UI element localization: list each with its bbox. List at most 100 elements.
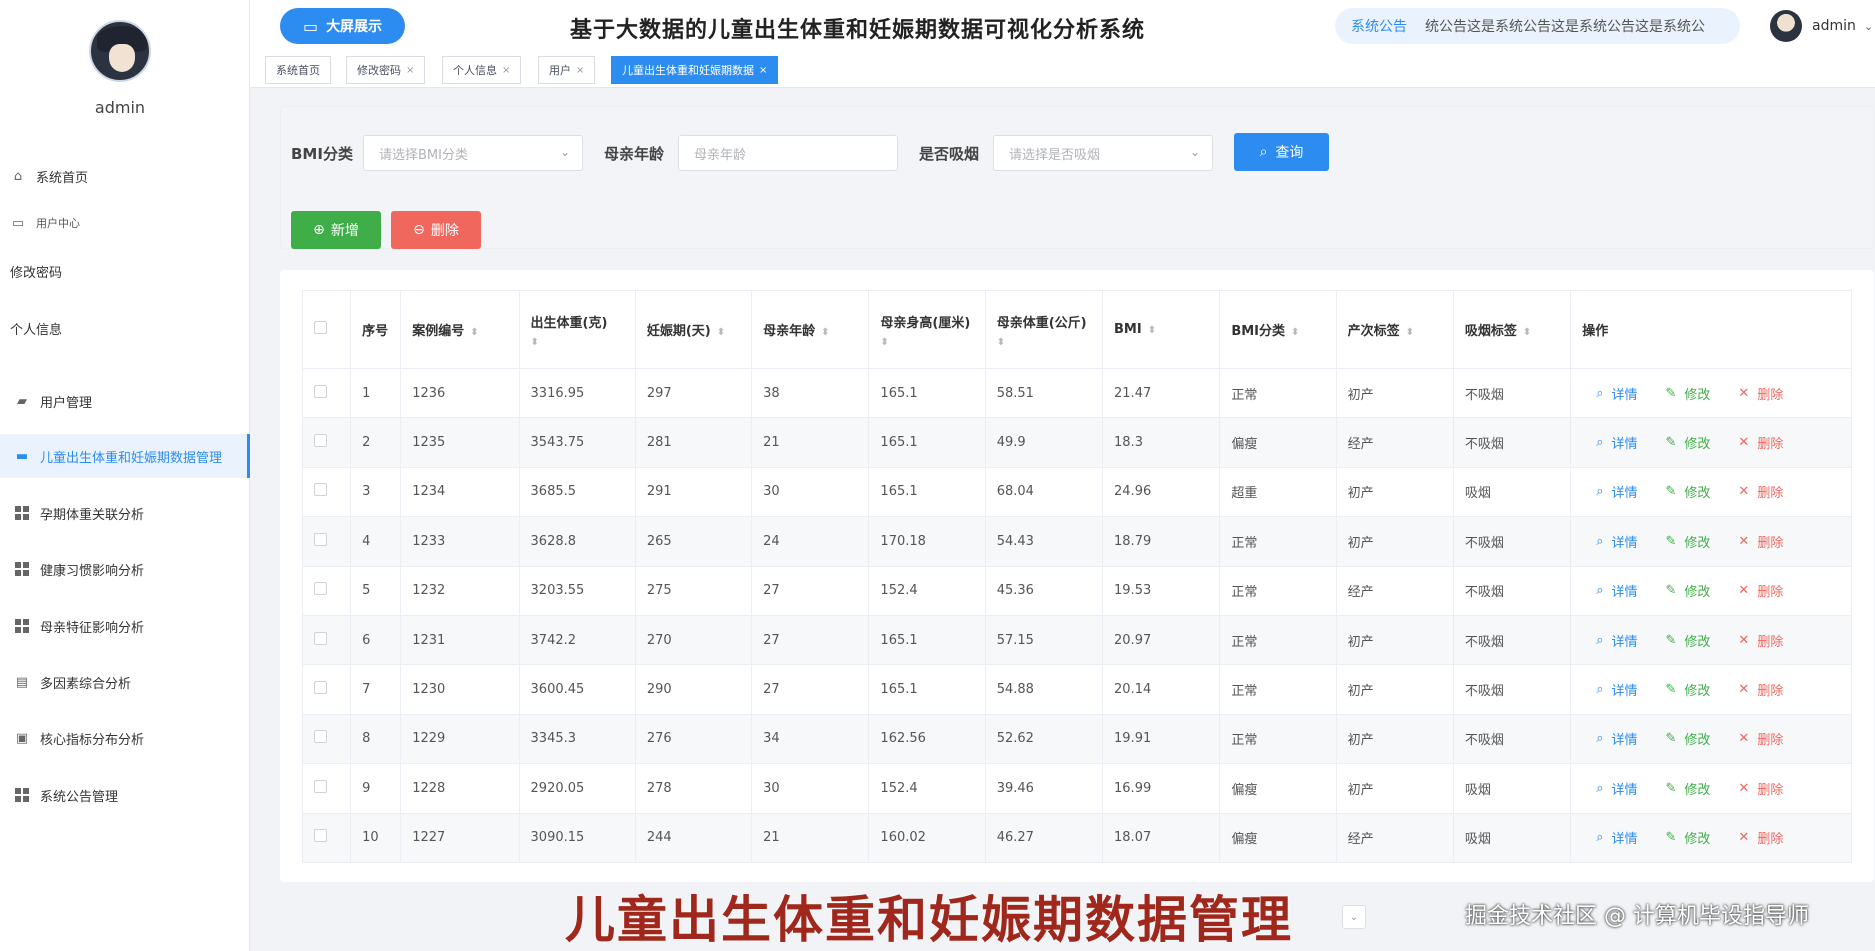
column-header[interactable]: 产次标签 ⬍ (1335, 290, 1454, 369)
sort-icon[interactable]: ⬍ (880, 337, 984, 348)
row-delete-button[interactable]: ✕ 删除 (1738, 680, 1783, 699)
detail-button[interactable]: ⌕ 详情 (1596, 433, 1637, 452)
row-checkbox-cell[interactable] (301, 367, 352, 419)
checkbox[interactable] (314, 582, 327, 596)
table-row[interactable]: 8 1229 3345.3 276 34 162.56 52.62 19.91 正常 初产 不吸烟 ⌕… (301, 713, 1852, 765)
checkbox[interactable] (314, 384, 327, 398)
row-delete-button[interactable]: ✕ 删除 (1738, 384, 1783, 403)
column-header[interactable]: 吸烟标签 ⬍ (1452, 290, 1572, 369)
sort-icon[interactable]: ⬍ (1406, 327, 1414, 338)
row-delete-button[interactable]: ✕ 删除 (1738, 631, 1783, 650)
detail-button[interactable]: ⌕ 详情 (1596, 631, 1637, 650)
table-row[interactable]: 4 1233 3628.8 265 24 170.18 54.43 18.79 正常 初产 不吸烟 ⌕… (301, 516, 1852, 567)
detail-button[interactable]: ⌕ 详情 (1596, 482, 1637, 501)
column-header[interactable]: 案例编号 ⬍ (400, 290, 520, 369)
checkbox[interactable] (314, 321, 327, 334)
row-checkbox-cell[interactable] (301, 664, 352, 715)
edit-button[interactable]: ✎ 修改 (1666, 532, 1711, 551)
detail-button[interactable]: ⌕ 详情 (1596, 384, 1637, 403)
sidebar-item-mother-feature-analysis[interactable]: 母亲特征影响分析 (0, 604, 250, 648)
checkbox[interactable] (314, 631, 327, 645)
checkbox[interactable] (314, 730, 327, 744)
sort-icon[interactable]: ⬍ (717, 327, 725, 338)
edit-button[interactable]: ✎ 修改 (1666, 482, 1711, 501)
checkbox[interactable] (314, 779, 327, 793)
row-checkbox-cell[interactable] (301, 812, 352, 863)
sort-icon[interactable]: ⬍ (531, 337, 635, 348)
detail-button[interactable]: ⌕ 详情 (1596, 828, 1637, 847)
tab-user[interactable]: 用户 × (538, 56, 596, 84)
row-delete-button[interactable]: ✕ 删除 (1738, 532, 1783, 551)
tab-home[interactable]: 系统首页 (265, 56, 331, 84)
sort-icon[interactable]: ⬍ (1523, 327, 1531, 338)
tab-change-password[interactable]: 修改密码 × (346, 56, 426, 84)
table-row[interactable]: 1 1236 3316.95 297 38 165.1 58.51 21.47 正常 初产 不吸烟 ⌕… (301, 367, 1852, 419)
table-row[interactable]: 2 1235 3543.75 281 21 165.1 49.9 18.3 偏瘦 经产 不吸烟 ⌕ 详情… (301, 417, 1852, 468)
edit-button[interactable]: ✎ 修改 (1666, 631, 1711, 650)
row-checkbox-cell[interactable] (301, 565, 352, 616)
edit-button[interactable]: ✎ 修改 (1666, 581, 1711, 600)
row-delete-button[interactable]: ✕ 删除 (1738, 482, 1783, 501)
row-checkbox-cell[interactable] (301, 466, 352, 518)
column-header[interactable]: BMI ⬍ (1102, 290, 1221, 369)
sidebar-item-personal-info[interactable]: 个人信息 (0, 306, 250, 350)
checkbox[interactable] (314, 532, 327, 546)
add-button[interactable]: ⊕ 新增 (291, 211, 381, 249)
detail-button[interactable]: ⌕ 详情 (1596, 581, 1637, 600)
sidebar-item-health-habit-analysis[interactable]: 健康习惯影响分析 (0, 547, 250, 591)
checkbox[interactable] (314, 483, 327, 497)
sidebar-item-user-management[interactable]: ▰ 用户管理 (0, 379, 250, 423)
row-delete-button[interactable]: ✕ 删除 (1738, 581, 1783, 600)
close-icon[interactable]: × (406, 65, 414, 76)
checkbox[interactable] (314, 434, 327, 448)
sort-icon[interactable]: ⬍ (1148, 325, 1156, 336)
row-delete-button[interactable]: ✕ 删除 (1738, 729, 1783, 748)
detail-button[interactable]: ⌕ 详情 (1596, 779, 1637, 798)
edit-button[interactable]: ✎ 修改 (1666, 433, 1711, 452)
checkbox[interactable] (314, 681, 327, 695)
row-checkbox-cell[interactable] (301, 763, 352, 814)
sort-icon[interactable]: ⬍ (470, 327, 478, 338)
bmi-select[interactable]: 请选择BMI分类 ⌄ (363, 135, 583, 171)
detail-button[interactable]: ⌕ 详情 (1596, 680, 1637, 699)
sort-icon[interactable]: ⬍ (997, 337, 1102, 348)
sidebar-item-pregnancy-weight-analysis[interactable]: 孕期体重关联分析 (0, 491, 250, 535)
row-delete-button[interactable]: ✕ 删除 (1738, 779, 1783, 798)
sidebar-item-change-password[interactable]: 修改密码 (0, 249, 250, 293)
sidebar-item-multi-factor-analysis[interactable]: ▤ 多因素综合分析 (0, 660, 250, 704)
sort-icon[interactable]: ⬍ (1291, 327, 1299, 338)
sidebar-item-core-indicator-analysis[interactable]: ▣ 核心指标分布分析 (0, 716, 250, 760)
sidebar-item-notice-management[interactable]: 系统公告管理 (0, 773, 250, 817)
bigscreen-button[interactable]: ▭ 大屏展示 (280, 8, 405, 44)
edit-button[interactable]: ✎ 修改 (1666, 828, 1711, 847)
edit-button[interactable]: ✎ 修改 (1666, 680, 1711, 699)
table-row[interactable]: 6 1231 3742.2 270 27 165.1 57.15 20.97 正常 初产 不吸烟 ⌕ 详… (301, 614, 1852, 666)
smoke-select[interactable]: 请选择是否吸烟 ⌄ (993, 135, 1213, 171)
sidebar-item-data-management[interactable]: ▬ 儿童出生体重和妊娠期数据管理 (0, 434, 250, 478)
column-header[interactable]: 母亲身高(厘米) ⬍ (868, 290, 986, 369)
detail-button[interactable]: ⌕ 详情 (1596, 532, 1637, 551)
row-checkbox-cell[interactable] (301, 713, 352, 765)
notice-bar[interactable]: 系统公告 统公告这是系统公告这是系统公告这是系统公 (1335, 8, 1740, 44)
row-delete-button[interactable]: ✕ 删除 (1738, 433, 1783, 452)
query-button[interactable]: ⌕ 查询 (1234, 133, 1329, 171)
table-row[interactable]: 5 1232 3203.55 275 27 152.4 45.36 19.53 正常 经产 不吸烟 ⌕… (301, 565, 1852, 616)
column-header[interactable]: 母亲年龄 ⬍ (751, 290, 870, 369)
delete-button[interactable]: ⊖ 删除 (391, 211, 481, 249)
table-row[interactable]: 10 1227 3090.15 244 21 160.02 46.27 18.07 偏瘦 经产 吸烟… (301, 812, 1852, 863)
row-checkbox-cell[interactable] (301, 516, 352, 567)
edit-button[interactable]: ✎ 修改 (1666, 729, 1711, 748)
select-all-checkbox-cell[interactable] (301, 290, 352, 369)
avatar[interactable] (89, 20, 151, 82)
close-icon[interactable]: × (502, 65, 510, 76)
pager-select-chevron-icon[interactable]: ⌄ (1342, 905, 1366, 929)
age-input[interactable]: 母亲年龄 (678, 135, 898, 171)
user-menu[interactable]: admin ⌄ (1770, 10, 1873, 42)
close-icon[interactable]: × (576, 65, 584, 76)
row-checkbox-cell[interactable] (301, 417, 352, 468)
sidebar-item-home[interactable]: ⌂ 系统首页 (0, 154, 250, 198)
column-header[interactable]: 妊娠期(天) ⬍ (634, 290, 753, 369)
edit-button[interactable]: ✎ 修改 (1666, 779, 1711, 798)
checkbox[interactable] (314, 829, 327, 843)
table-row[interactable]: 7 1230 3600.45 290 27 165.1 54.88 20.14 正常 初产 不吸烟 ⌕… (301, 664, 1852, 715)
